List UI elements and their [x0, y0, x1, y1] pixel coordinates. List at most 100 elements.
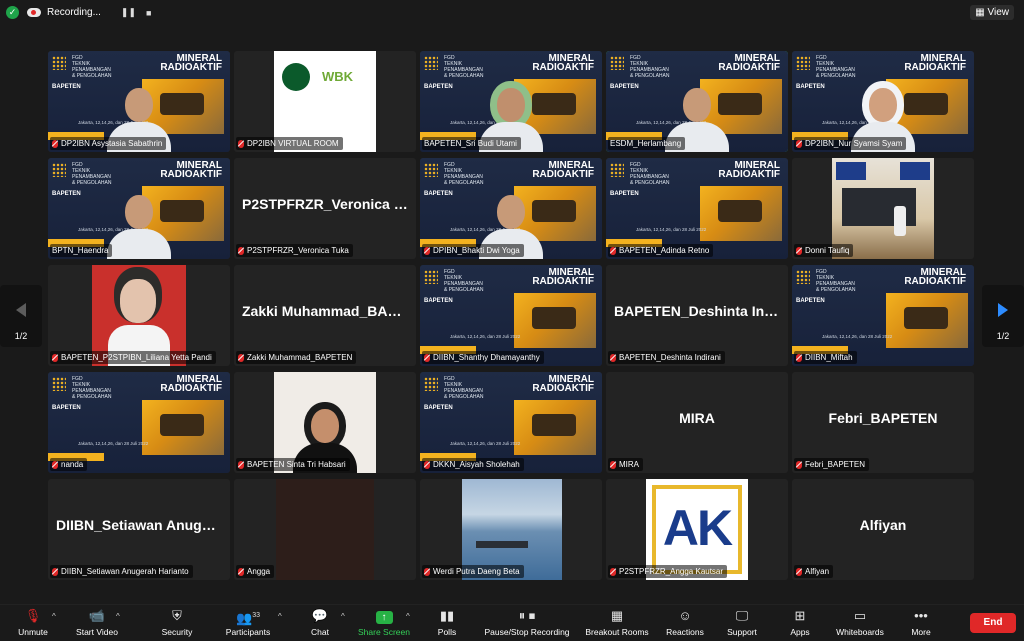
mining-truck-image	[700, 186, 782, 241]
participant-name: DP2IBN_Nur Syamsi Syam	[805, 139, 903, 148]
breakout-grid-icon: ▦	[610, 608, 624, 623]
participant-tile[interactable]: WBK DP2IBN VIRTUAL ROOM	[234, 51, 416, 152]
slide-title: MINERAL RADIOAKTIF	[532, 374, 594, 394]
share-screen-arrow-icon: ↑	[356, 608, 412, 624]
participant-tile[interactable]: FGD TEKNIK PENAMBANGAN & PENGOLAHAN BAPETEN M…	[420, 265, 602, 366]
slide-org-label: BAPETEN	[424, 405, 453, 411]
top-bar: ✓ Recording... ❚❚ ■ ▦ View	[0, 0, 1024, 26]
security-button[interactable]: ⛨ Security	[157, 608, 197, 641]
support-label: Support	[727, 627, 757, 637]
security-shield-icon[interactable]: ✓	[6, 6, 19, 19]
participant-name: DP2IBN Asystasia Sabathrin	[61, 139, 163, 148]
participant-tile[interactable]: AK P2STPFRZR_Angga Kautsar	[606, 479, 788, 580]
participant-tile[interactable]: Donni Taufiq	[792, 158, 974, 259]
share-caret-icon[interactable]: ^	[406, 612, 410, 621]
share-screen-button[interactable]: ↑ Share Screen	[356, 608, 412, 641]
support-button[interactable]: 🖵 Support	[723, 608, 761, 641]
participant-name-label: Donni Taufiq	[794, 244, 854, 257]
whiteboard-icon: ▭	[853, 608, 867, 623]
whiteboards-button[interactable]: ▭ Whiteboards	[832, 608, 888, 641]
participant-name: Angga	[247, 567, 271, 576]
participant-name: BAPETEN_Deshinta Indirani	[619, 353, 721, 362]
slide-org-label: BAPETEN	[52, 191, 81, 197]
participant-tile[interactable]: Alfiyan Alfiyan	[792, 479, 974, 580]
view-button[interactable]: ▦ View	[970, 5, 1014, 20]
participant-tile[interactable]: FGD TEKNIK PENAMBANGAN & PENGOLAHAN BAPETEN M…	[48, 51, 230, 152]
apps-button[interactable]: ⊞ Apps	[786, 608, 814, 641]
polls-button[interactable]: ▮▮ Polls	[434, 608, 460, 641]
slide-date: Jakarta, 12,14,26, dan 28 Juli 2022	[450, 334, 521, 339]
participant-tile[interactable]: MIRA MIRA	[606, 372, 788, 473]
participant-video-feed	[102, 189, 176, 259]
participant-tile[interactable]: Werdi Putra Daeng Beta	[420, 479, 602, 580]
participants-button[interactable]: 👥33 Participants	[220, 608, 276, 641]
pause-stop-recording-button[interactable]: ⏸ ⏹ Pause/Stop Recording	[481, 608, 573, 641]
participant-tile[interactable]: P2STPFRZR_Veronica T... P2STPFRZR_Veronic…	[234, 158, 416, 259]
meeting-toolbar: 🎙 Unmute ^ 📹 Start Video ^ ⛨ Security 👥3…	[0, 604, 1024, 640]
muted-microphone-icon	[52, 353, 58, 362]
muted-microphone-icon	[796, 353, 802, 362]
participant-tile[interactable]: FGD TEKNIK PENAMBANGAN & PENGOLAHAN BAPETEN M…	[606, 51, 788, 152]
unmute-button[interactable]: 🎙 Unmute	[14, 608, 52, 641]
participant-name-label: DIIBN_Setiawan Anugerah Harianto	[50, 565, 193, 578]
participants-label: Participants	[225, 627, 271, 637]
slide-org-label: BAPETEN	[52, 405, 81, 411]
more-button[interactable]: ••• More	[906, 608, 936, 641]
participant-tile[interactable]: Febri_BAPETEN Febri_BAPETEN	[792, 372, 974, 473]
whiteboards-label: Whiteboards	[836, 627, 884, 637]
monitor-support-icon: 🖵	[735, 608, 749, 623]
recording-label: Recording...	[47, 7, 101, 18]
participant-tile[interactable]: FGD TEKNIK PENAMBANGAN & PENGOLAHAN BAPETEN M…	[792, 51, 974, 152]
slide-event-label: FGD TEKNIK PENAMBANGAN & PENGOLAHAN	[444, 376, 484, 400]
participant-name-label: Zakki Muhammad_BAPETEN	[236, 351, 357, 364]
participant-display-name: Zakki Muhammad_BAPE...	[242, 303, 416, 319]
slide-date: Jakarta, 12,14,26, dan 28 Juli 2022	[636, 227, 707, 232]
participants-caret-icon[interactable]: ^	[278, 612, 282, 621]
mining-truck-image	[142, 400, 224, 455]
stop-recording-icon[interactable]: ■	[146, 8, 151, 18]
participant-name: P2STPFRZR_Veronica Tuka	[247, 246, 349, 255]
participant-name-label: Febri_BAPETEN	[794, 458, 870, 471]
slide-event-label: FGD TEKNIK PENAMBANGAN & PENGOLAHAN	[72, 55, 112, 79]
chevron-right-icon	[998, 303, 1008, 317]
pause-recording-icon[interactable]: ❚❚	[121, 7, 136, 18]
participant-tile[interactable]: FGD TEKNIK PENAMBANGAN & PENGOLAHAN BAPETEN M…	[420, 51, 602, 152]
participant-tile[interactable]: BAPETEN_P2STPIBN_Liliana Yetta Pandi	[48, 265, 230, 366]
slide-title: MINERAL RADIOAKTIF	[904, 53, 966, 73]
participant-tile[interactable]: BAPETEN Sinta Tri Habsari	[234, 372, 416, 473]
participant-tile[interactable]: FGD TEKNIK PENAMBANGAN & PENGOLAHAN BAPETEN M…	[48, 158, 230, 259]
next-page-button[interactable]: 1/2	[982, 285, 1024, 347]
video-options-caret-icon[interactable]: ^	[116, 612, 120, 621]
participant-tile[interactable]: FGD TEKNIK PENAMBANGAN & PENGOLAHAN BAPETEN M…	[792, 265, 974, 366]
participant-name-label: DKKN_Aisyah Sholehah	[422, 458, 524, 471]
participant-tile[interactable]: FGD TEKNIK PENAMBANGAN & PENGOLAHAN BAPETEN M…	[420, 372, 602, 473]
muted-microphone-icon	[238, 139, 244, 148]
breakout-rooms-button[interactable]: ▦ Breakout Rooms	[583, 608, 651, 641]
participant-tile[interactable]: FGD TEKNIK PENAMBANGAN & PENGOLAHAN BAPETEN M…	[606, 158, 788, 259]
slide-org-label: BAPETEN	[610, 191, 639, 197]
audio-options-caret-icon[interactable]: ^	[52, 612, 56, 621]
muted-microphone-icon	[796, 246, 802, 255]
participant-name-label: DPIBN_Bhakti Dwi Yoga	[422, 244, 524, 257]
participant-name: BAPETEN Sinta Tri Habsari	[247, 460, 346, 469]
participant-tile[interactable]: FGD TEKNIK PENAMBANGAN & PENGOLAHAN BAPETEN M…	[420, 158, 602, 259]
chat-caret-icon[interactable]: ^	[341, 612, 345, 621]
end-meeting-button[interactable]: End	[970, 613, 1016, 633]
chevron-left-icon	[16, 303, 26, 317]
participant-tile[interactable]: Zakki Muhammad_BAPE... Zakki Muhammad_BAP…	[234, 265, 416, 366]
previous-page-button[interactable]: 1/2	[0, 285, 42, 347]
participant-name: ESDM_Herlambang	[610, 139, 682, 148]
muted-microphone-icon	[424, 353, 430, 362]
participant-name-label: Angga	[236, 565, 275, 578]
participant-name: DKKN_Aisyah Sholehah	[433, 460, 520, 469]
reactions-button[interactable]: ☺ Reactions	[663, 608, 707, 641]
polls-label: Polls	[437, 627, 457, 637]
chat-button[interactable]: 💬 Chat	[306, 608, 334, 641]
slide-date: Jakarta, 12,14,26, dan 28 Juli 2022	[450, 441, 521, 446]
participant-name-label: BAPETEN_Deshinta Indirani	[608, 351, 725, 364]
participant-tile[interactable]: DIIBN_Setiawan Anuger... DIIBN_Setiawan A…	[48, 479, 230, 580]
participant-tile[interactable]: Angga	[234, 479, 416, 580]
participant-tile[interactable]: FGD TEKNIK PENAMBANGAN & PENGOLAHAN BAPETEN M…	[48, 372, 230, 473]
participant-name-label: BAPETEN Sinta Tri Habsari	[236, 458, 350, 471]
participant-tile[interactable]: BAPETEN_Deshinta Indir... BAPETEN_Deshint…	[606, 265, 788, 366]
